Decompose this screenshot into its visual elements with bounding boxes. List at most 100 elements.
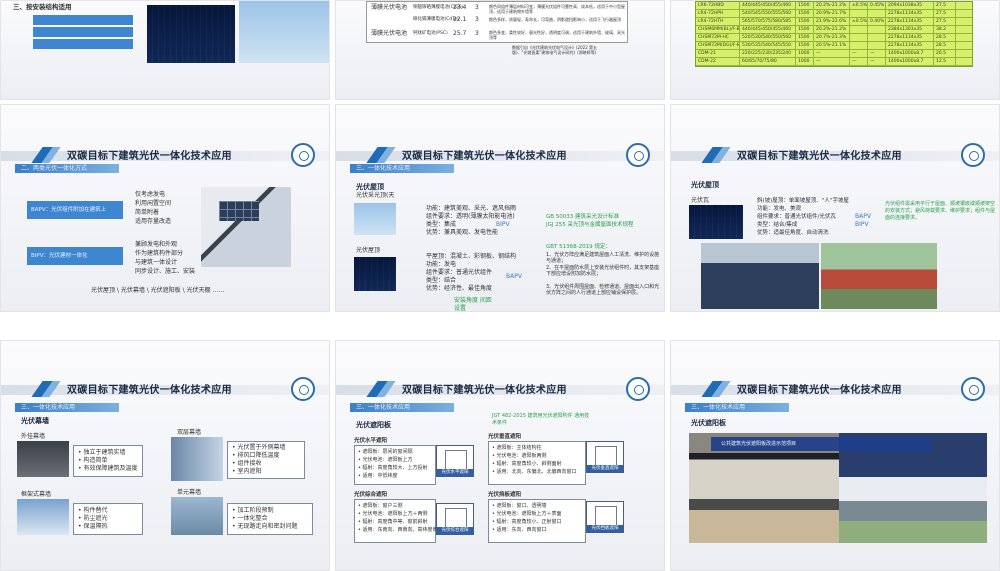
- feature-item: 排风口降低温度: [232, 452, 279, 460]
- spec-table-cell: —: [868, 58, 886, 65]
- slide-thumbnail-4[interactable]: 双碳目标下建筑光伏一体化技术应用 二、两类光伏一体化方式 BAPV：光伏组件附加…: [0, 104, 330, 312]
- slide-title: 双碳目标下建筑光伏一体化技术应用: [67, 385, 232, 396]
- skylight-detail: 类型：集成: [426, 221, 457, 228]
- spec-table-cell: —: [850, 50, 868, 57]
- spec-table-cell: 28.5: [934, 42, 956, 49]
- feature-box: 独立于建筑实墙 构造简单 有效保障建筑及温度: [73, 445, 143, 477]
- card-item: 光伏电池：遮阳板上方＋两侧: [358, 510, 428, 518]
- spec-table-cell: 2278x1134x35: [886, 18, 934, 25]
- card-item: 遮阳板：层间的窗间隔: [358, 448, 413, 456]
- card-item: 辐射：高度角较小、斜侧面射: [492, 460, 562, 468]
- table-cell: 钙钛矿电池(PSC): [413, 31, 448, 36]
- spec-table-cell: [850, 10, 868, 17]
- slide-header: 双碳目标下建筑光伏一体化技术应用: [336, 371, 664, 405]
- spec-table-cell: [850, 34, 868, 41]
- spec-table-cell: ±0.5%: [852, 18, 868, 25]
- spec-table-cell: 26.5: [934, 50, 956, 57]
- spec-table-cell: [868, 26, 886, 33]
- card-item: 光伏电池：遮阳板两侧: [492, 452, 547, 460]
- spec-table-cell: 2094x1038x35: [886, 2, 934, 9]
- bipv-label: BIPV：光伏建材一体化: [31, 253, 88, 259]
- spec-table-cell: 565/570/575/580/585: [740, 18, 796, 25]
- spec-table-cell: ±0.5%: [852, 2, 868, 9]
- spec-table-cell: CDM-21: [696, 50, 740, 57]
- skylight-photo: [354, 203, 396, 235]
- shading-type: 光伏挡板遮阳: [488, 492, 522, 498]
- spec-table-cell: [850, 26, 868, 33]
- table-cell: 3: [475, 30, 479, 37]
- bapv-feature: 仅考虑发电: [135, 191, 166, 198]
- slide-header: 双碳目标下建筑光伏一体化技术应用: [1, 371, 329, 405]
- spec-table-cell: CHSM72M-HC: [696, 34, 740, 41]
- house-roof-photo: [821, 243, 937, 309]
- spec-table-cell: 2278x1134x35: [886, 34, 934, 41]
- pv-tile-detail: 组件要求：普通光伏组件/光伏瓦: [757, 214, 836, 220]
- spec-table-cell: 530/535/540/545/550: [740, 42, 796, 49]
- project-banner-text: 公共建筑光伏遮阳板改造示范项目: [721, 441, 797, 447]
- feature-item: 有效保障建筑及温度: [78, 465, 137, 473]
- roof-detail: 平屋顶：混凝土、彩钢板、钢结构: [426, 253, 517, 260]
- subsection-heading: 光伏屋顶: [356, 183, 384, 191]
- slide-thumbnail-1[interactable]: 三、按安装结构适用: [0, 0, 330, 100]
- feature-item: 保温隔热: [78, 523, 107, 531]
- skylight-type-tag: BIPV: [496, 221, 510, 228]
- solar-field-photo: [147, 5, 235, 63]
- standard-ref: JGJ 255 采光顶与金属屋面技术规程: [546, 222, 634, 228]
- double-skin-photo: [171, 437, 223, 481]
- card-item: 适用：中低纬度: [358, 472, 398, 480]
- slide-thumbnail-5[interactable]: 双碳目标下建筑光伏一体化技术应用 三、一体化技术应用 光伏屋顶 光伏采光顶(天 …: [335, 104, 665, 312]
- subsection-heading: 光伏屋顶: [691, 181, 719, 189]
- feature-item: 独立于建筑实墙: [78, 449, 125, 457]
- feature-item: 光伏置于外侧幕墙: [232, 444, 285, 452]
- skylight-detail: 优势：兼具美观、发电性能: [426, 229, 499, 236]
- data-source-note: 数据引自《光伏建筑光伏电气设计》(2022 第五版)、"光储直柔"建筑电气设计研…: [512, 45, 598, 55]
- building-model-photo: [201, 187, 291, 267]
- card-item: 辐射：高度角较大、上方投射: [358, 464, 428, 472]
- spec-table-cell: 1500: [796, 2, 814, 9]
- feature-item: 加工阶段预制: [232, 507, 273, 515]
- bipv-feature: 作为建筑构件部分: [135, 250, 184, 257]
- slide1-button-1: [33, 15, 133, 25]
- slide-thumbnail-9[interactable]: 双碳目标下建筑光伏一体化技术应用 三、一体化技术应用 光伏遮阳板 公共建筑光伏遮…: [670, 340, 1000, 571]
- section-label: 三、一体化技术应用: [350, 403, 454, 412]
- standard-clause: 3、光伏组件周围屋面、检修通道、屋面出入口和光伏方阵之间的人行通道上部应铺设保护…: [546, 284, 660, 296]
- bipv-feature: 兼顾发电和外观: [135, 241, 178, 248]
- pv-tile-detail: 功能：发电、美观: [757, 206, 802, 212]
- frame-wall-photo: [17, 499, 69, 535]
- table-cell: 薄膜光伏电池: [371, 30, 408, 37]
- spec-table-cell: 440/445/450/455/460: [740, 2, 796, 9]
- slide-thumbnail-2[interactable]: 薄膜光伏电池 铜铟镓硒薄膜电池(CIGS) 23.4 3 碲化镉薄膜电池(CdT…: [335, 0, 665, 100]
- type-tag: BIPV: [855, 221, 869, 228]
- spec-table-cell: 520/530/540/550/560: [740, 34, 796, 41]
- slide1-heading: 三、按安装结构适用: [13, 3, 72, 11]
- standard-clause: 1、光伏方阵应满足建筑屋面人工清洗、维护的设施与通道；: [546, 252, 660, 264]
- spec-table-cell: 27.5: [934, 18, 956, 25]
- spec-table-row: CHSM6MM(BL)/F-BH 440/445/450/455/460 1500 2…: [696, 26, 972, 34]
- slide-thumbnail-8[interactable]: 双碳目标下建筑光伏一体化技术应用 三、一体化技术应用 光伏遮阳板 JGT 482…: [335, 340, 665, 571]
- spec-table-cell: 540/545/550/555/560: [740, 10, 796, 17]
- pv-tile-detail: 优势：适最佳角度、自动清洗: [757, 230, 829, 236]
- pv-cell-table: 薄膜光伏电池 铜铟镓硒薄膜电池(CIGS) 23.4 3 碲化镉薄膜电池(CdT…: [366, 1, 628, 43]
- spec-table-cell: 440/445/450/455/460: [740, 26, 796, 33]
- spec-table-cell: —: [850, 58, 868, 65]
- slide-thumbnail-7[interactable]: 双碳目标下建筑光伏一体化技术应用 三、一体化技术应用 光伏幕墙 外挂幕墙 独立于…: [0, 340, 330, 571]
- spec-table-cell: 220/225/230/235/240: [740, 50, 796, 57]
- roof-heading: 光伏屋顶: [356, 247, 381, 254]
- building-roof-pv: [219, 201, 259, 221]
- spec-table-cell: 1000: [796, 50, 814, 57]
- spec-table-cell: 20.2%-21.2%: [814, 26, 850, 33]
- slide-title: 双碳目标下建筑光伏一体化技术应用: [737, 385, 902, 396]
- spec-table-cell: 1500: [796, 42, 814, 49]
- emblem-icon: [961, 377, 985, 401]
- spec-table-cell: CDM-22: [696, 58, 740, 65]
- shading-card: 遮阳板：窗户三侧 光伏电池：遮阳板上方＋两侧 辐射：高度角中等、窗前斜射 适用：…: [354, 499, 443, 543]
- feature-item: 无现路走向和密封问题: [232, 523, 297, 531]
- emblem-icon: [291, 143, 315, 167]
- vertical-shading-diagram: 光伏垂直遮阳: [586, 441, 624, 473]
- slide-thumbnail-6[interactable]: 双碳目标下建筑光伏一体化技术应用 光伏屋顶 光伏瓦 斜(坡)屋顶：单面坡屋顶、"…: [670, 104, 1000, 312]
- slide-title: 双碳目标下建筑光伏一体化技术应用: [737, 151, 902, 162]
- slide-thumbnail-3[interactable]: LR6-72HBD 440/445/450/455/460 1500 20.2%-21…: [670, 0, 1000, 100]
- slide-title: 双碳目标下建筑光伏一体化技术应用: [67, 151, 232, 162]
- spec-table-cell: 1500: [796, 10, 814, 17]
- bapv-feature: 适用存量改造: [135, 218, 172, 225]
